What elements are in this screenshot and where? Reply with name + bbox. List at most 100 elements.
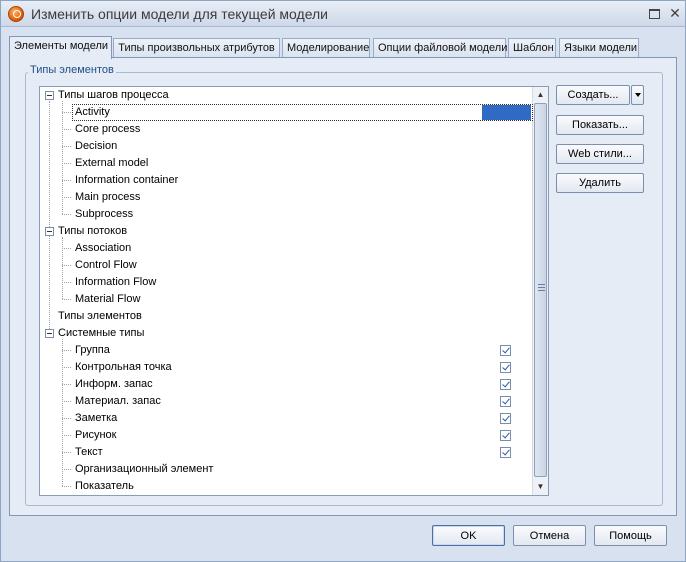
visible-checkbox[interactable]	[500, 413, 511, 424]
create-dropdown-icon[interactable]	[631, 85, 644, 105]
show-button[interactable]: Показать...	[556, 115, 644, 135]
tree-connector	[62, 367, 71, 368]
tree-item-label: Материал. запас	[75, 395, 161, 407]
tab-template[interactable]: Шаблон	[508, 38, 556, 58]
tree-item[interactable]: Subprocess	[40, 206, 533, 223]
tree-item[interactable]: Контрольная точка	[40, 359, 533, 376]
restore-icon[interactable]	[646, 6, 662, 20]
tree-connector	[62, 418, 71, 419]
tree-item[interactable]: Decision	[40, 138, 533, 155]
close-icon[interactable]: ✕	[667, 6, 683, 20]
app-logo-icon	[8, 6, 24, 22]
tree-connector	[62, 282, 71, 283]
tree-connector	[62, 248, 71, 249]
tree-item-label: Типы шагов процесса	[58, 89, 169, 101]
tree-item-label: Контрольная точка	[75, 361, 172, 373]
tree-item-label: Типы потоков	[58, 225, 128, 237]
tree-item-label: Material Flow	[75, 293, 141, 305]
tree-connector	[62, 146, 71, 147]
visible-checkbox[interactable]	[500, 447, 511, 458]
tree-connector	[62, 452, 71, 453]
tree-item[interactable]: Information Flow	[40, 274, 533, 291]
group-title: Типы элементов	[28, 64, 116, 76]
tree-connector	[62, 197, 71, 198]
tree-item[interactable]: Control Flow	[40, 257, 533, 274]
tree-item-label: Текст	[75, 446, 103, 458]
scroll-up-icon[interactable]: ▲	[533, 88, 548, 102]
scroll-down-icon[interactable]: ▼	[533, 480, 548, 494]
web-styles-button[interactable]: Web стили...	[556, 144, 644, 164]
tree-item[interactable]: Рисунок	[40, 427, 533, 444]
delete-button[interactable]: Удалить	[556, 173, 644, 193]
tree-item-label: Группа	[75, 344, 110, 356]
selection-fill	[482, 105, 531, 120]
tree-item[interactable]: Information container	[40, 172, 533, 189]
tree-connector	[62, 486, 71, 487]
visible-checkbox[interactable]	[500, 379, 511, 390]
visible-checkbox[interactable]	[500, 396, 511, 407]
tab-modeling[interactable]: Моделирование	[282, 38, 370, 58]
tree-connector	[62, 180, 71, 181]
visible-checkbox[interactable]	[500, 430, 511, 441]
tree-item-label: Информ. запас	[75, 378, 153, 390]
tree-connector	[62, 237, 63, 299]
tree-category[interactable]: Типы элементов	[40, 308, 533, 325]
title-bar[interactable]: Изменить опции модели для текущей модели…	[1, 1, 685, 27]
tab-file-model-options[interactable]: Опции файловой модели	[373, 38, 507, 58]
tree-item-label: Information Flow	[75, 276, 157, 288]
tree-item[interactable]: Информ. запас	[40, 376, 533, 393]
tree-category[interactable]: Системные типы	[40, 325, 533, 342]
cancel-button[interactable]: Отмена	[513, 525, 586, 546]
selection-highlight	[72, 104, 533, 121]
tree-item[interactable]: Группа	[40, 342, 533, 359]
tree-item-label: External model	[75, 157, 149, 169]
element-types-tree[interactable]: ▲ ▼ Типы шагов процесса Activity Core proc…	[39, 86, 549, 496]
tab-panel: Типы элементов ▲ ▼ Типы шагов процесса Ac…	[9, 57, 677, 516]
tree-category[interactable]: Типы потоков	[40, 223, 533, 240]
tree-item-label: Association	[75, 242, 132, 254]
tree-item[interactable]: Материал. запас	[40, 393, 533, 410]
tree-scrollbar[interactable]: ▲ ▼	[532, 87, 548, 495]
tree-connector	[62, 401, 71, 402]
tree-item-label: Core process	[75, 123, 141, 135]
tree-item[interactable]: Текст	[40, 444, 533, 461]
tree-item-label: Организационный элемент	[75, 463, 214, 475]
tab-model-elements[interactable]: Элементы модели	[9, 36, 112, 59]
tree-connector	[62, 265, 71, 266]
visible-checkbox[interactable]	[500, 362, 511, 373]
create-button[interactable]: Создать...	[556, 85, 630, 105]
visible-checkbox[interactable]	[500, 345, 511, 356]
tree-item[interactable]: Activity	[40, 104, 533, 121]
collapse-icon[interactable]	[45, 91, 54, 100]
tree-item-label: Показатель	[75, 480, 134, 492]
ok-button[interactable]: OK	[432, 525, 505, 546]
tree-item[interactable]: Association	[40, 240, 533, 257]
tree-item-label: Activity	[75, 106, 110, 118]
tree-item[interactable]: Material Flow	[40, 291, 533, 308]
tree-item[interactable]: Main process	[40, 189, 533, 206]
tree-connector	[62, 101, 63, 214]
help-button[interactable]: Помощь	[594, 525, 667, 546]
collapse-icon[interactable]	[45, 227, 54, 236]
tree-item[interactable]: Core process	[40, 121, 533, 138]
tree-connector	[62, 214, 71, 215]
tree-item[interactable]: Показатель	[40, 478, 533, 495]
scroll-thumb[interactable]	[534, 103, 547, 477]
tree-item-label: Заметка	[75, 412, 118, 424]
tree-connector	[62, 350, 71, 351]
tree-category[interactable]: Типы шагов процесса	[40, 87, 533, 104]
collapse-icon[interactable]	[45, 329, 54, 338]
tree-connector	[62, 384, 71, 385]
tree-item-label: Information container	[75, 174, 179, 186]
tree-item-label: Subprocess	[75, 208, 134, 220]
tree-item-label: Рисунок	[75, 429, 117, 441]
tree-item[interactable]: External model	[40, 155, 533, 172]
tab-model-languages[interactable]: Языки модели	[559, 38, 639, 58]
tree-item[interactable]: Заметка	[40, 410, 533, 427]
tree-item-label: Main process	[75, 191, 141, 203]
tree-connector	[62, 469, 71, 470]
tree-connector	[62, 129, 71, 130]
tab-custom-attribute-types[interactable]: Типы произвольных атрибутов	[113, 38, 280, 58]
tree-connector	[62, 112, 71, 113]
tree-item[interactable]: Организационный элемент	[40, 461, 533, 478]
